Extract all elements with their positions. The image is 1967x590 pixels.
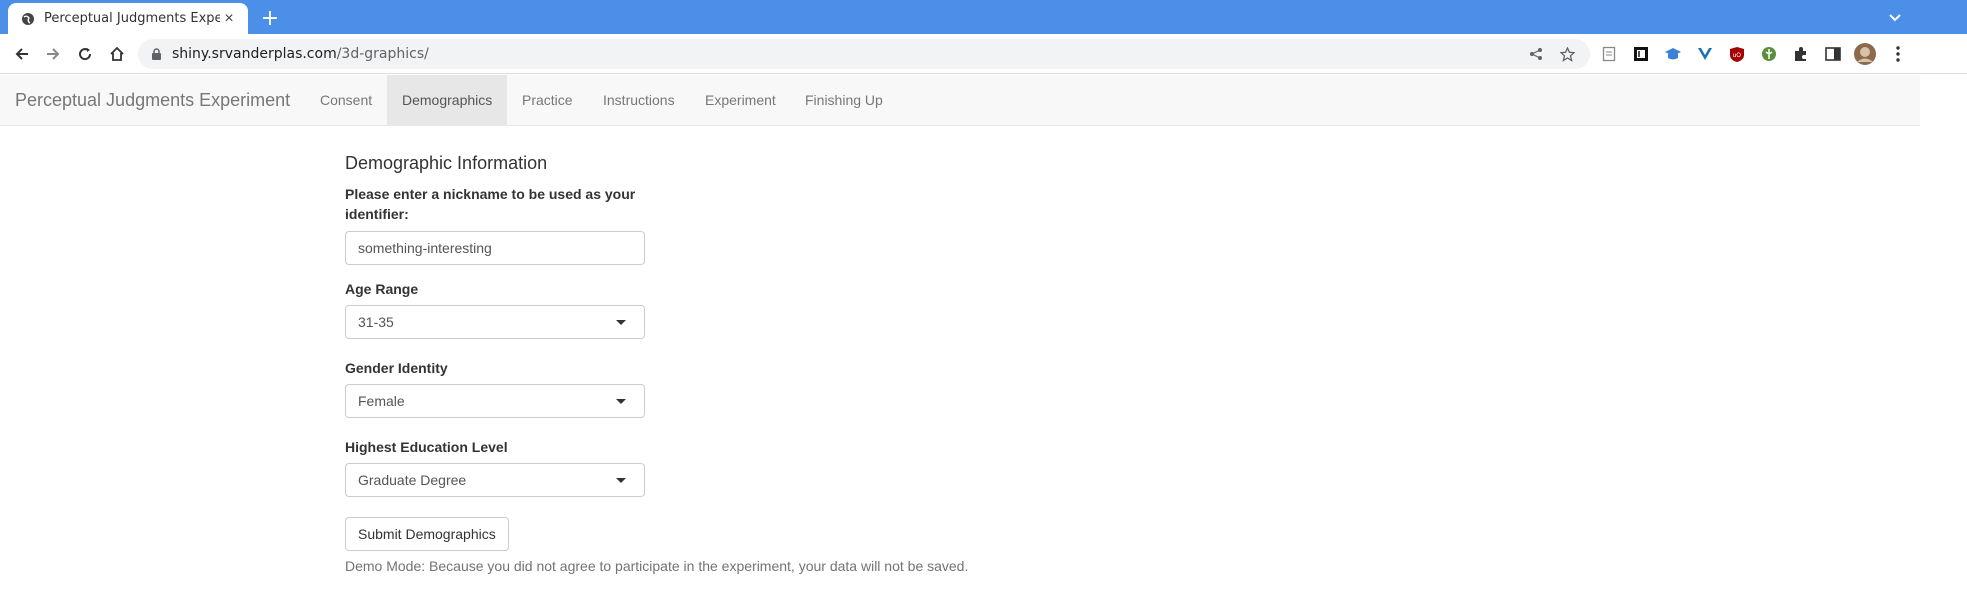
globe-icon: [20, 11, 36, 27]
nickname-input[interactable]: something-interesting: [345, 231, 645, 265]
age-range-value: 31-35: [358, 314, 394, 330]
app-navbar: Perceptual Judgments Experiment Consent …: [0, 75, 1920, 126]
share-icon[interactable]: [1528, 46, 1544, 62]
address-bar[interactable]: shiny.srvanderplas.com/3d-graphics/: [138, 39, 1590, 69]
url-text: shiny.srvanderplas.com/3d-graphics/: [172, 46, 429, 62]
nickname-label: Please enter a nickname to be used as yo…: [345, 186, 636, 222]
education-level-label: Highest Education Level: [345, 439, 508, 455]
nav-tab-experiment[interactable]: Experiment: [690, 75, 791, 125]
nav-tab-practice[interactable]: Practice: [507, 75, 588, 125]
avatar[interactable]: [1854, 43, 1876, 65]
svg-text:uO: uO: [1733, 52, 1742, 59]
vuejs-extension-icon[interactable]: [1696, 45, 1714, 63]
caret-down-icon: [616, 320, 626, 325]
caret-down-icon: [616, 478, 626, 483]
notion-extension-icon[interactable]: [1632, 45, 1650, 63]
chevron-down-icon[interactable]: [1885, 8, 1905, 28]
nav-tab-instructions[interactable]: Instructions: [588, 75, 690, 125]
gender-identity-value: Female: [358, 393, 405, 409]
form-title: Demographic Information: [345, 153, 548, 173]
education-level-select[interactable]: Graduate Degree: [345, 463, 645, 497]
url-path: /3d-graphics/: [336, 46, 429, 62]
back-icon[interactable]: [10, 42, 34, 66]
reload-icon[interactable]: [73, 42, 97, 66]
browser-tab[interactable]: Perceptual Judgments Experi ×: [8, 3, 248, 34]
shield-extension-icon[interactable]: [1760, 45, 1778, 63]
caret-down-icon: [616, 399, 626, 404]
url-host: shiny.srvanderplas.com: [172, 46, 337, 62]
ublock-icon[interactable]: uO: [1728, 45, 1746, 63]
demo-mode-note: Demo Mode: Because you did not agree to …: [345, 558, 969, 574]
age-range-select[interactable]: 31-35: [345, 305, 645, 339]
lock-icon[interactable]: [150, 47, 162, 61]
gender-identity-select[interactable]: Female: [345, 384, 645, 418]
graduation-cap-icon[interactable]: [1664, 45, 1682, 63]
nav-tab-consent[interactable]: Consent: [305, 75, 387, 125]
tab-title: Perceptual Judgments Experi: [44, 11, 220, 26]
submit-demographics-button[interactable]: Submit Demographics: [345, 517, 509, 551]
close-icon[interactable]: ×: [220, 10, 238, 28]
puzzle-icon[interactable]: [1792, 45, 1810, 63]
new-tab-icon[interactable]: +: [258, 6, 282, 31]
nav-tab-finishing-up[interactable]: Finishing Up: [790, 75, 898, 125]
education-level-value: Graduate Degree: [358, 472, 467, 488]
forward-icon[interactable]: [41, 42, 65, 66]
home-icon[interactable]: [105, 42, 129, 66]
nav-tab-demographics[interactable]: Demographics: [387, 75, 508, 125]
navbar-brand[interactable]: Perceptual Judgments Experiment: [15, 75, 290, 125]
gender-identity-label: Gender Identity: [345, 360, 448, 376]
sidebar-icon[interactable]: [1824, 45, 1842, 63]
browser-tabstrip: Perceptual Judgments Experi × +: [0, 0, 1967, 34]
document-icon[interactable]: [1600, 45, 1618, 63]
age-range-label: Age Range: [345, 281, 419, 297]
star-icon[interactable]: [1559, 46, 1575, 62]
more-options-icon[interactable]: [1889, 45, 1907, 63]
browser-toolbar: shiny.srvanderplas.com/3d-graphics/ uO: [0, 34, 1967, 74]
page-edge: [1920, 75, 1967, 590]
